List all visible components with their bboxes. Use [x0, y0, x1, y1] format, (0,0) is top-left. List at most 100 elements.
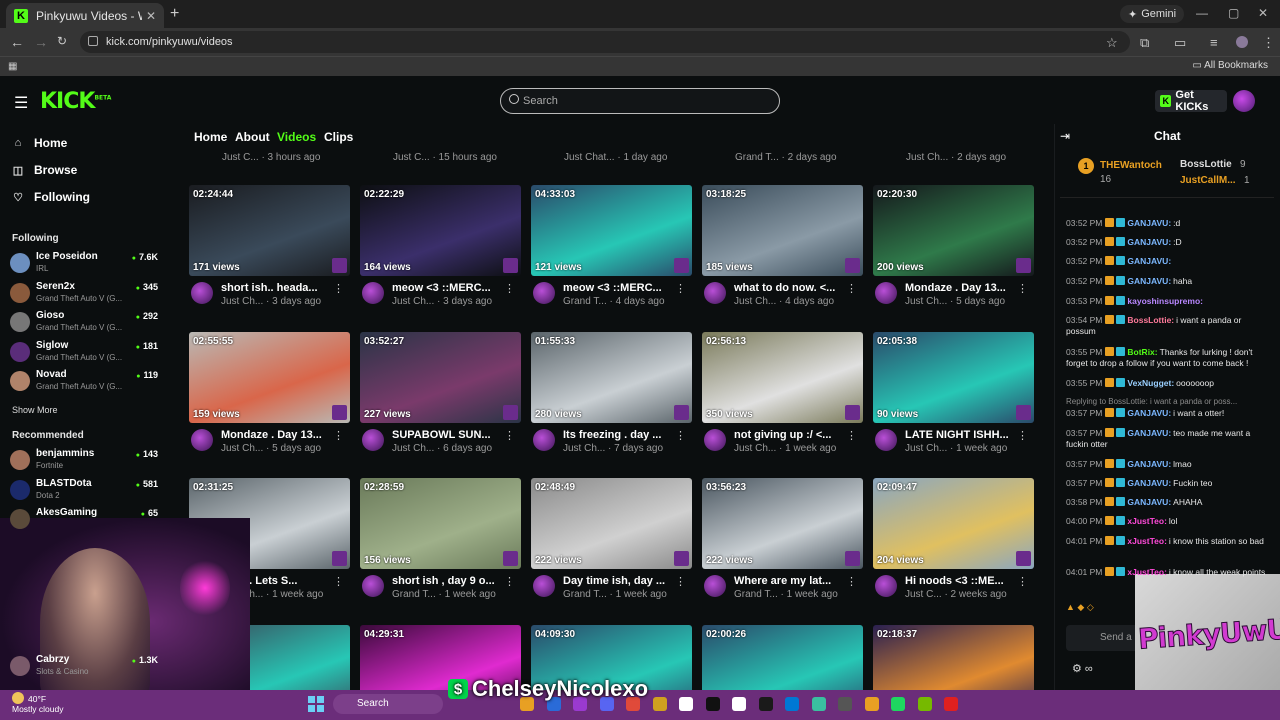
avatar[interactable]: [533, 428, 555, 451]
more-options-icon[interactable]: ⋮: [846, 429, 857, 442]
more-options-icon[interactable]: ⋮: [1017, 282, 1028, 295]
avatar[interactable]: [875, 575, 897, 597]
video-thumbnail[interactable]: 02:48:49 222 views: [531, 478, 692, 569]
video-thumbnail[interactable]: 02:55:55 159 views: [189, 331, 350, 423]
video-title[interactable]: not giving up :/ <...: [734, 429, 846, 441]
avatar[interactable]: [1233, 90, 1255, 112]
chat-settings-icon[interactable]: ⚙ ∞: [1072, 662, 1093, 675]
close-tab-icon[interactable]: ✕: [146, 9, 156, 23]
windows-start-icon[interactable]: [308, 696, 324, 712]
browser-menu-icon[interactable]: ⋮: [1262, 35, 1275, 51]
forward-icon[interactable]: →: [34, 34, 48, 50]
video-thumbnail[interactable]: 02:20:30 200 views: [873, 185, 1034, 276]
url-bar[interactable]: kick.com/pinkyuwu/videos: [80, 31, 1130, 53]
taskbar-app-icon[interactable]: [652, 697, 667, 711]
new-tab-icon[interactable]: +: [170, 5, 179, 23]
video-thumbnail[interactable]: 01:55:33 280 views: [531, 331, 692, 423]
taskbar-app-icon[interactable]: [785, 697, 799, 711]
message-user[interactable]: BotRix:: [1127, 347, 1157, 357]
more-options-icon[interactable]: ⋮: [675, 282, 686, 295]
more-options-icon[interactable]: ⋮: [846, 282, 857, 295]
video-thumbnail[interactable]: 02:18:37: [873, 624, 1034, 690]
sidebar-channel[interactable]: Cabrzy Slots & Casino 1.3K: [10, 654, 160, 680]
avatar[interactable]: [533, 282, 555, 304]
weather-widget[interactable]: 40°F Mostly cloudy: [12, 692, 64, 714]
video-title[interactable]: SUPABOWL SUN...: [392, 429, 504, 441]
message-user[interactable]: GANJAVU:: [1127, 428, 1171, 438]
video-title[interactable]: meow <3 ::MERC...: [563, 282, 675, 294]
avatar[interactable]: [875, 282, 897, 304]
video-title[interactable]: Mondaze . Day 13...: [221, 429, 333, 441]
avatar[interactable]: [191, 428, 213, 451]
message-user[interactable]: xJustTeo:: [1127, 536, 1167, 546]
more-options-icon[interactable]: ⋮: [1017, 575, 1028, 588]
video-title[interactable]: meow <3 ::MERC...: [392, 282, 504, 294]
video-thumbnail[interactable]: 02:24:44 171 views: [189, 185, 350, 276]
video-title[interactable]: Its freezing . day ...: [563, 429, 675, 441]
bookmark-star-icon[interactable]: ☆: [1106, 35, 1118, 51]
sidebar-channel[interactable]: Gioso Grand Theft Auto V (G... 292: [10, 310, 160, 336]
video-title[interactable]: Where are my lat...: [734, 575, 846, 587]
more-options-icon[interactable]: ⋮: [675, 429, 686, 442]
kick-logo[interactable]: KICKBETA: [40, 89, 111, 114]
get-kicks-button[interactable]: K Get KICKs: [1155, 89, 1227, 113]
message-user[interactable]: BossLottie:: [1127, 315, 1174, 325]
message-user[interactable]: xJustTeo:: [1127, 567, 1167, 577]
taskbar-app-icon[interactable]: [811, 697, 826, 711]
cast-icon[interactable]: ▭: [1174, 35, 1186, 51]
sidebar-item-following[interactable]: ♡ Following: [12, 190, 90, 204]
sidebar-channel[interactable]: Novad Grand Theft Auto V (G... 119: [10, 369, 160, 395]
extensions-icon[interactable]: ⧉: [1140, 35, 1149, 51]
avatar[interactable]: [533, 575, 555, 597]
video-title[interactable]: Mondaze . Day 13...: [905, 282, 1017, 294]
message-user[interactable]: xJustTeo:: [1127, 516, 1167, 526]
sidebar-channel[interactable]: benjammins Fortnite 143: [10, 448, 160, 474]
taskbar-app-icon[interactable]: [917, 697, 932, 711]
more-options-icon[interactable]: ⋮: [504, 282, 515, 295]
video-thumbnail[interactable]: 02:05:38 90 views: [873, 331, 1034, 423]
more-options-icon[interactable]: ⋮: [504, 429, 515, 442]
collapse-chat-icon[interactable]: ⇥: [1060, 129, 1070, 143]
message-user[interactable]: GANJAVU:: [1127, 478, 1171, 488]
taskbar-app-icon[interactable]: [679, 697, 693, 711]
avatar[interactable]: [704, 282, 726, 304]
more-options-icon[interactable]: ⋮: [846, 575, 857, 588]
media-icon[interactable]: ≡: [1210, 35, 1218, 50]
video-thumbnail[interactable]: 03:18:25 185 views: [702, 185, 863, 276]
gemini-button[interactable]: ✦ Gemini: [1120, 5, 1185, 23]
taskbar-search[interactable]: Search: [333, 694, 443, 714]
more-options-icon[interactable]: ⋮: [1017, 429, 1028, 442]
video-title[interactable]: what to do now. <...: [734, 282, 846, 294]
browser-tab[interactable]: K Pinkyuwu Videos - Watch On-D ✕: [6, 3, 164, 28]
more-options-icon[interactable]: ⋮: [504, 575, 515, 588]
sidebar-channel[interactable]: Ice Poseidon IRL 7.6K: [10, 251, 160, 277]
video-thumbnail[interactable]: 02:22:29 164 views: [360, 185, 521, 276]
message-user[interactable]: GANJAVU:: [1127, 256, 1171, 266]
more-options-icon[interactable]: ⋮: [675, 575, 686, 588]
message-user[interactable]: VexNugget:: [1127, 378, 1174, 388]
taskbar-app-icon[interactable]: [705, 697, 720, 711]
tab-home[interactable]: Home: [194, 130, 227, 144]
taskbar-app-icon[interactable]: [838, 697, 852, 711]
menu-icon[interactable]: ☰: [14, 93, 28, 113]
taskbar-app-icon[interactable]: [891, 697, 905, 711]
avatar[interactable]: [362, 428, 384, 451]
tab-about[interactable]: About: [235, 130, 270, 144]
message-user[interactable]: GANJAVU:: [1127, 237, 1171, 247]
video-thumbnail[interactable]: 03:52:27 227 views: [360, 331, 521, 423]
video-thumbnail[interactable]: 02:00:26: [702, 624, 863, 690]
minimize-icon[interactable]: —: [1196, 6, 1208, 20]
more-options-icon[interactable]: ⋮: [333, 429, 344, 442]
video-title[interactable]: LATE NIGHT ISHH...: [905, 429, 1017, 441]
more-options-icon[interactable]: ⋮: [333, 282, 344, 295]
apps-grid-icon[interactable]: ▦: [8, 61, 17, 72]
show-more-link[interactable]: Show More: [12, 405, 58, 415]
message-user[interactable]: GANJAVU:: [1127, 218, 1171, 228]
back-icon[interactable]: ←: [10, 34, 24, 50]
reload-icon[interactable]: ↻: [57, 34, 67, 48]
video-title[interactable]: short ish , day 9 o...: [392, 575, 504, 587]
sidebar-channel[interactable]: AkesGaming 65: [10, 507, 160, 533]
more-options-icon[interactable]: ⋮: [333, 575, 344, 588]
sidebar-channel[interactable]: Seren2xGrand Theft Auto V (G... 345: [10, 281, 160, 307]
chat-emote-row[interactable]: ▲ ◆ ◇: [1066, 602, 1094, 613]
